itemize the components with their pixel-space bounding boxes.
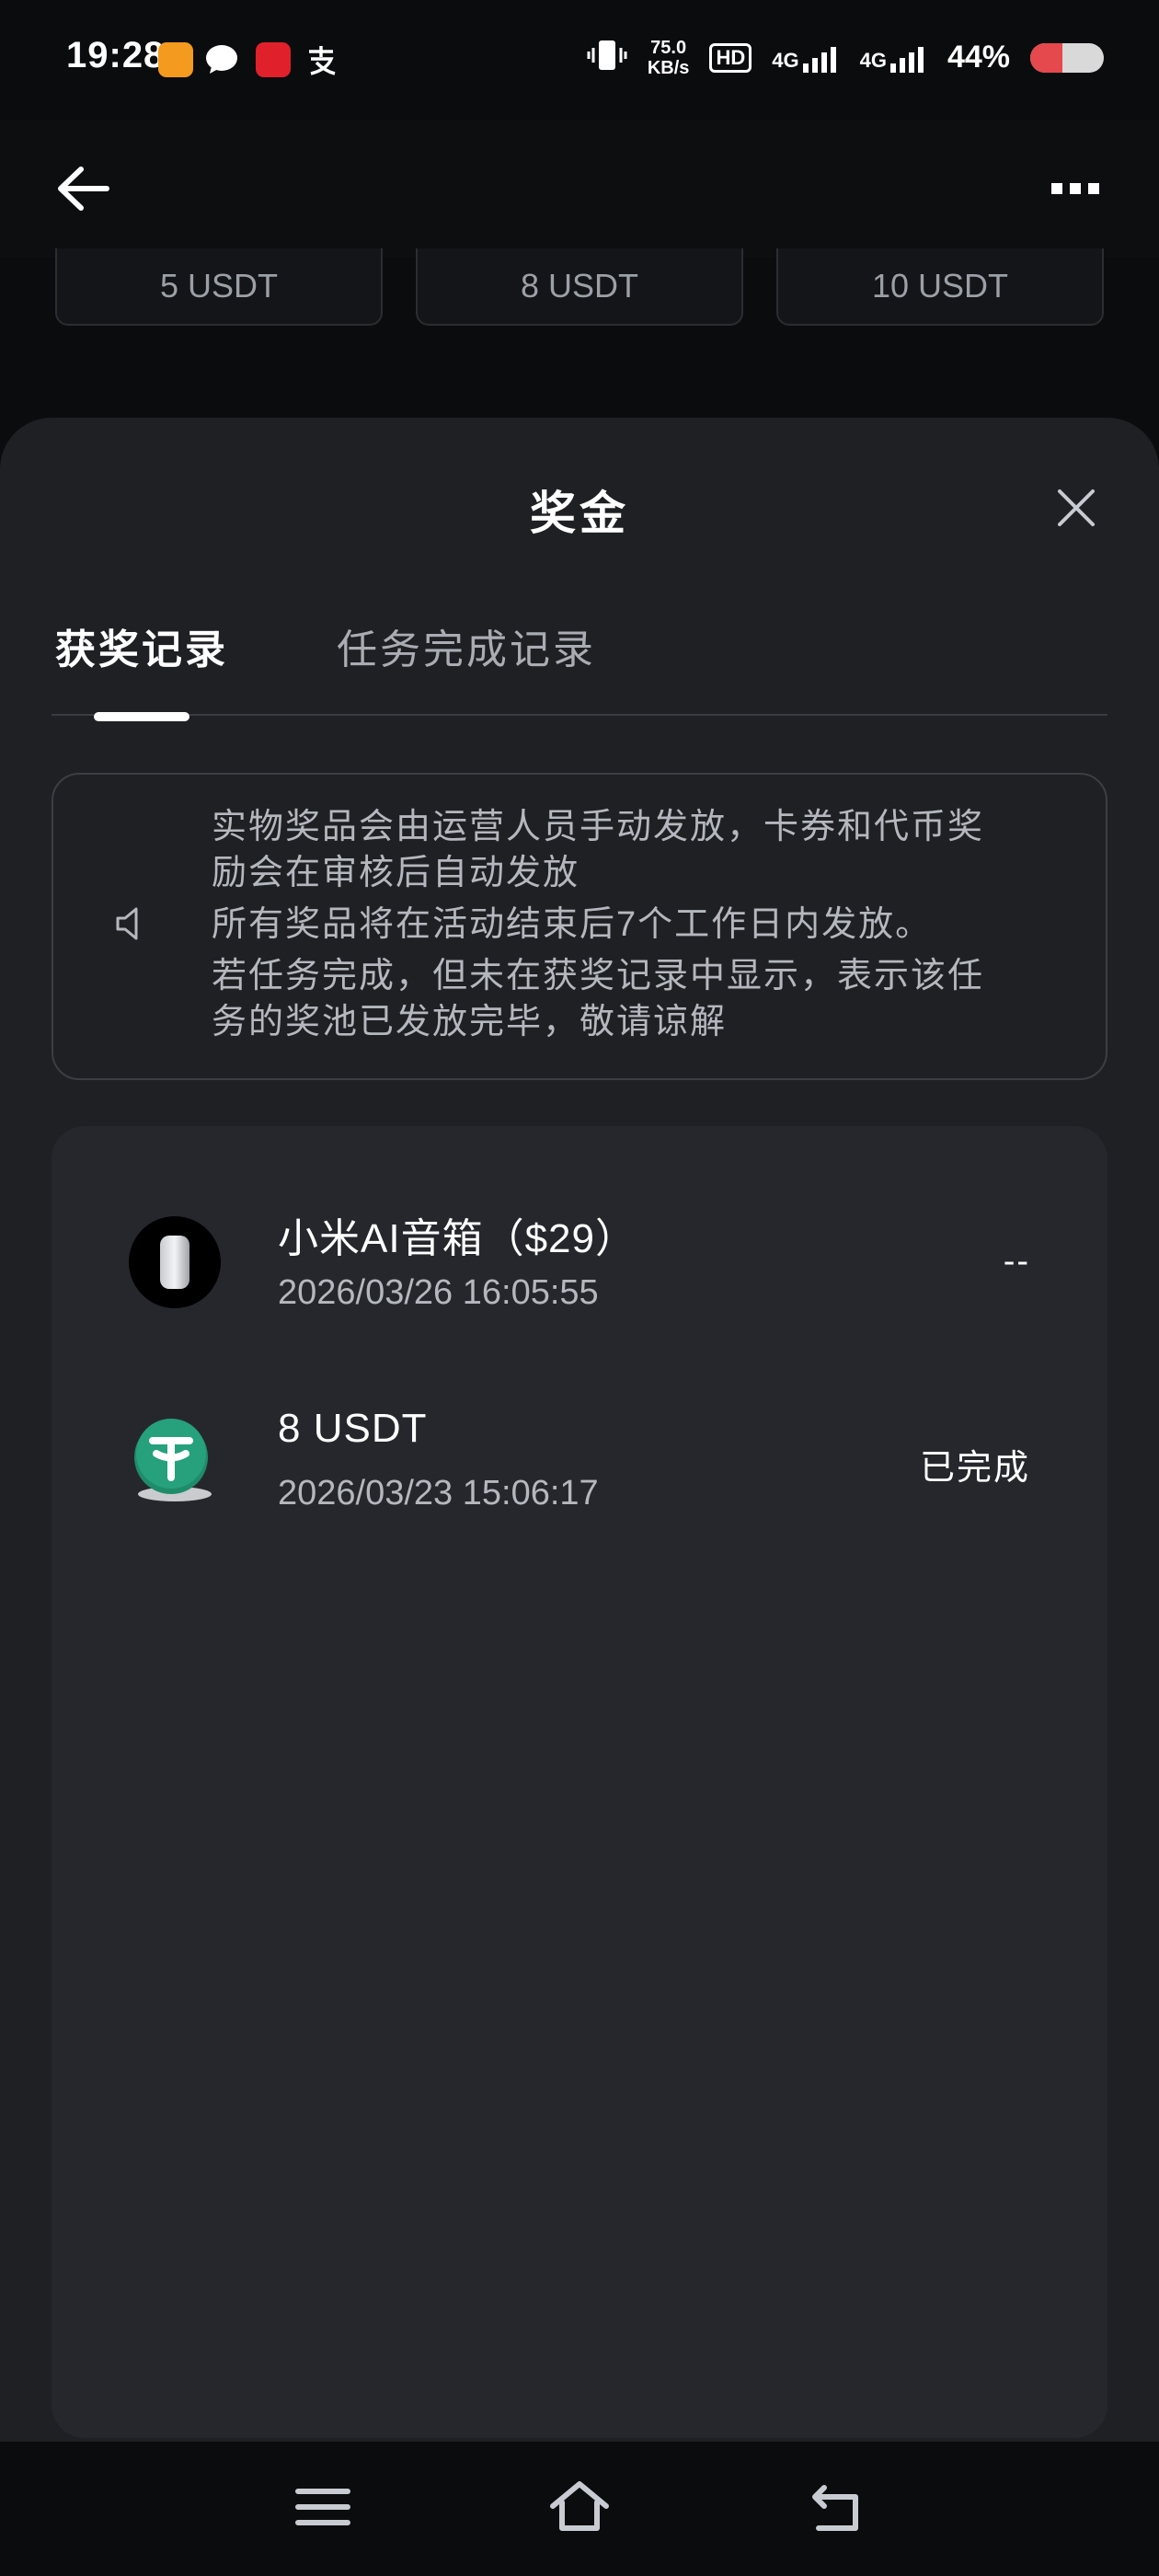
- tab-award-records[interactable]: 获奖记录: [55, 616, 228, 675]
- close-button[interactable]: [1054, 486, 1098, 530]
- notice-line: 励会在审核后自动发放: [212, 854, 580, 892]
- app-icon-red: [256, 42, 291, 77]
- speaker-volume-icon: [112, 902, 156, 946]
- hd-badge: HD: [709, 42, 752, 73]
- speed-value: 75.0: [650, 37, 687, 58]
- signal-2: 4G: [860, 43, 927, 73]
- message-icon: [204, 42, 239, 77]
- usdt-coin-icon: [129, 1417, 221, 1509]
- back-nav-icon: [812, 2485, 858, 2531]
- record-status: 已完成: [919, 1449, 1030, 1488]
- page-header: [0, 120, 1159, 258]
- battery-icon: [1030, 42, 1104, 73]
- amount-chip[interactable]: 10 USDT: [776, 248, 1104, 326]
- status-right-group: 75.0 KB/s HD 4G 4G 44%: [587, 37, 1104, 78]
- record-time: 2026/03/26 16:05:55: [278, 1273, 599, 1312]
- arrow-left-icon: [58, 167, 109, 211]
- alipay-icon: [304, 42, 339, 77]
- more-dot: [1051, 183, 1062, 194]
- signal-1: 4G: [772, 43, 839, 73]
- more-dot: [1070, 183, 1081, 194]
- notice-line: 若任务完成，但未在获奖记录中显示，表示该任: [212, 957, 985, 995]
- more-button[interactable]: [1043, 175, 1107, 202]
- record-status: --: [1003, 1242, 1030, 1281]
- amount-chip[interactable]: 5 USDT: [55, 248, 383, 326]
- notice-line: 实物奖品会由运营人员手动发放，卡券和代币奖: [212, 808, 985, 846]
- records-card: [52, 1126, 1107, 2438]
- network-label-1: 4G: [772, 48, 799, 72]
- tab-divider: [52, 714, 1107, 716]
- home-button[interactable]: [547, 2475, 612, 2539]
- record-name: 小米AI音箱（$29）: [278, 1216, 637, 1261]
- status-time: 19:28: [66, 35, 166, 75]
- network-label-2: 4G: [859, 48, 887, 72]
- notice-line: 所有奖品将在活动结束后7个工作日内发放。: [212, 905, 933, 944]
- status-bar: 19:28 75.0 KB/s HD 4G 4G 44%: [0, 0, 1159, 120]
- back-button[interactable]: [53, 156, 118, 221]
- speaker-icon: [129, 1216, 221, 1308]
- tab-indicator: [94, 712, 189, 721]
- network-speed: 75.0 KB/s: [648, 38, 690, 78]
- speed-unit: KB/s: [647, 57, 690, 78]
- record-name: 8 USDT: [278, 1406, 428, 1451]
- home-icon: [550, 2481, 609, 2531]
- close-icon: [1058, 489, 1095, 526]
- menu-button[interactable]: [291, 2475, 355, 2539]
- tab-task-records[interactable]: 任务完成记录: [337, 616, 596, 675]
- battery-percent: 44%: [947, 40, 1010, 75]
- notice-line: 务的奖池已发放完毕，敬请谅解: [212, 1003, 728, 1041]
- sheet-title: 奖金: [530, 488, 629, 539]
- more-dot: [1088, 183, 1099, 194]
- menu-icon: [295, 2489, 350, 2525]
- amount-chip[interactable]: 8 USDT: [416, 248, 743, 326]
- app-icon-orange: [158, 42, 193, 77]
- record-time: 2026/03/23 15:06:17: [278, 1474, 599, 1512]
- back-nav-button[interactable]: [804, 2475, 868, 2539]
- vibrate-icon: [587, 37, 627, 78]
